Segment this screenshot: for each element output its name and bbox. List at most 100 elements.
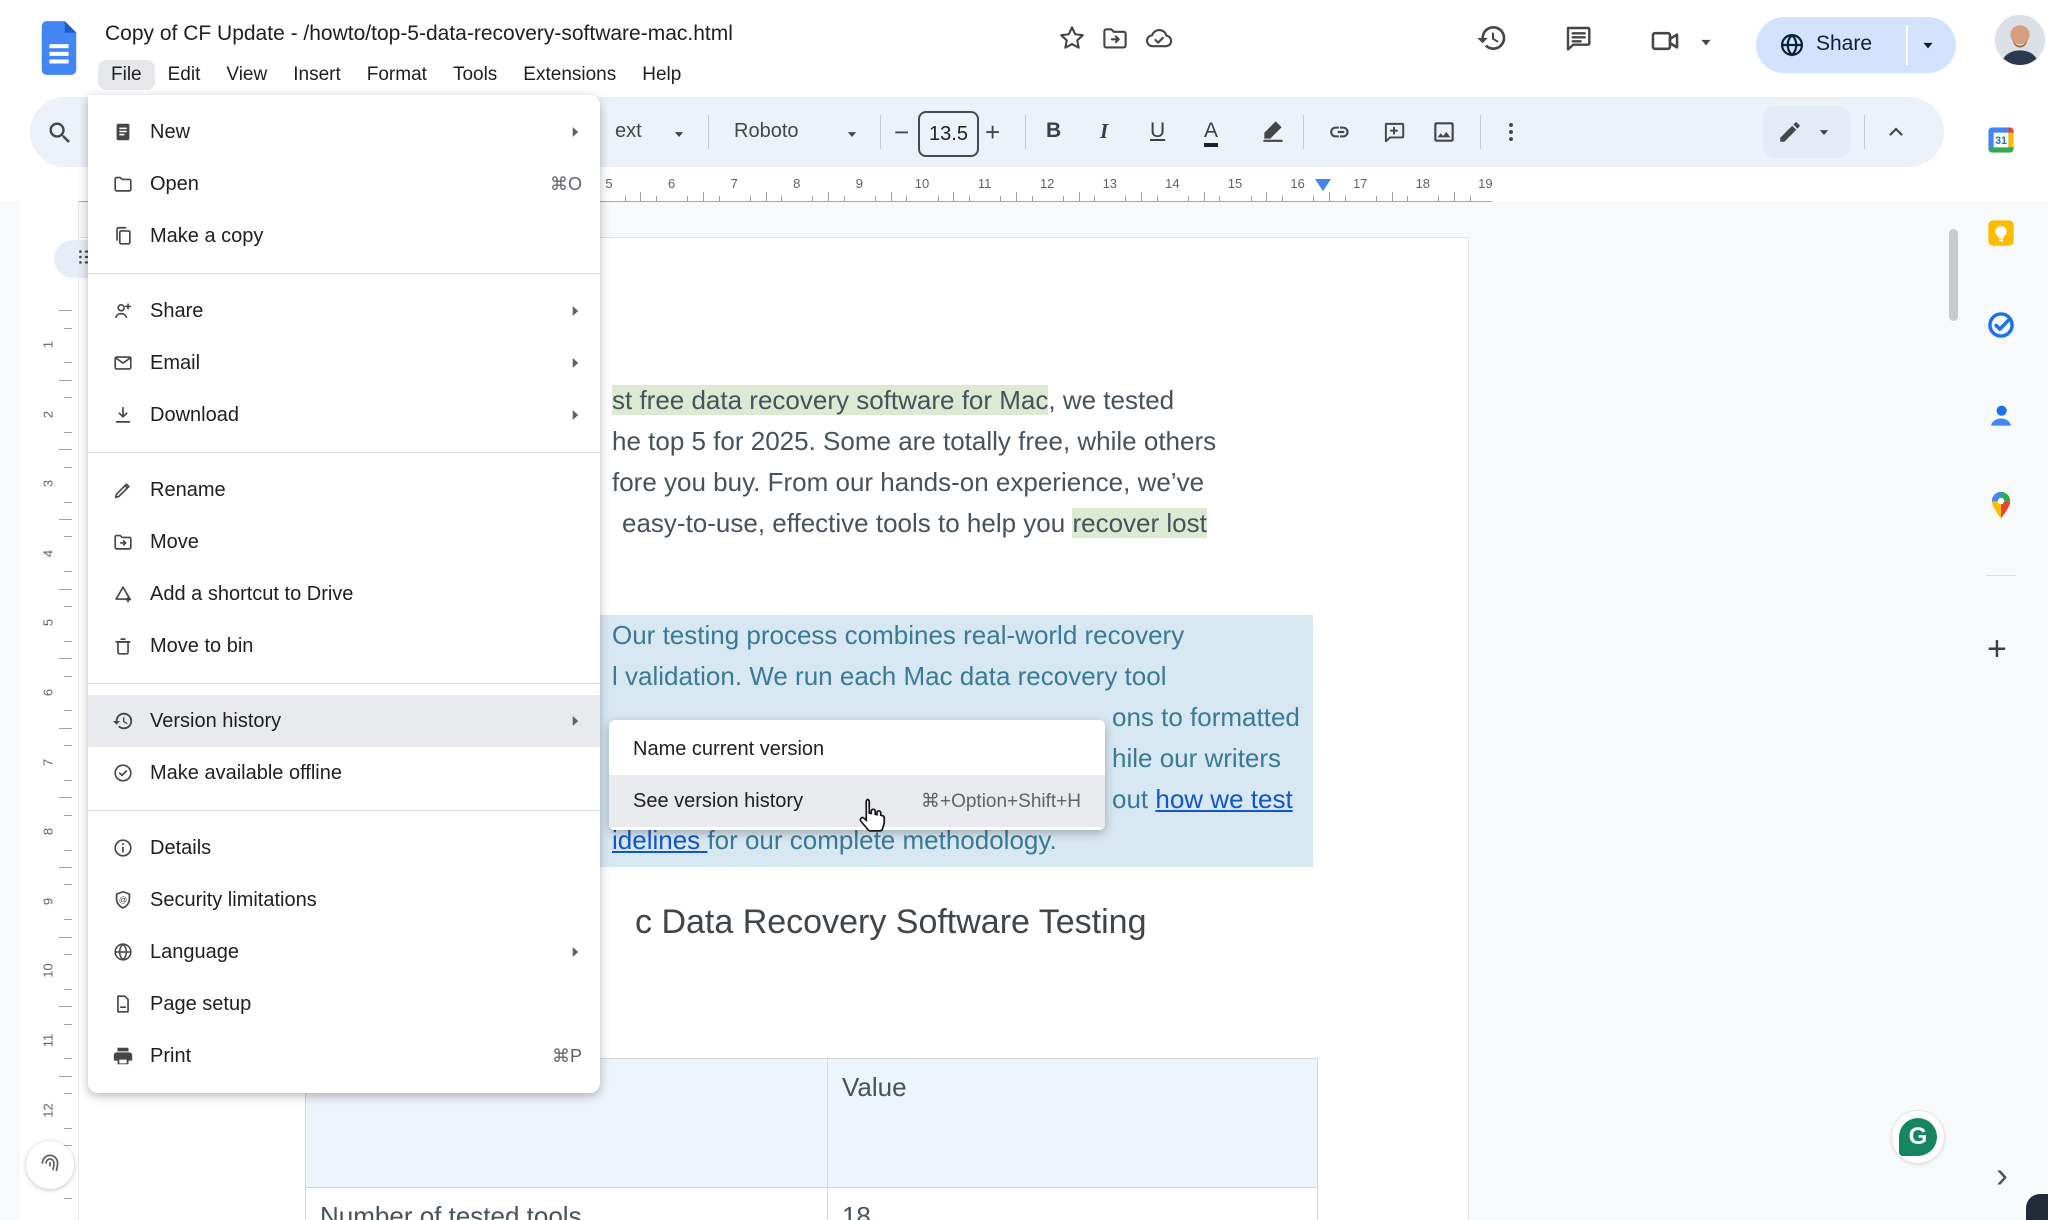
ruler-tick	[1376, 196, 1377, 201]
font-size-input[interactable]: 13.5	[918, 111, 979, 157]
menu-item-add-a-shortcut-to-drive[interactable]: Add a shortcut to Drive	[88, 568, 600, 620]
move-to-folder-icon[interactable]	[1100, 23, 1130, 53]
menu-item-make-available-offline[interactable]: Make available offline	[88, 747, 600, 799]
right-indent-marker[interactable]	[1315, 179, 1331, 191]
assistive-touch-button[interactable]	[26, 1141, 74, 1189]
menubar-item-extensions[interactable]: Extensions	[510, 60, 629, 90]
menubar-item-help[interactable]: Help	[629, 60, 694, 90]
sidebar-tasks-icon[interactable]	[1985, 309, 2017, 341]
ruler-tick	[687, 196, 688, 201]
style-caret-icon[interactable]	[670, 125, 688, 143]
table-header-cell[interactable]: Value	[828, 1059, 1317, 1187]
video-call-icon[interactable]	[1648, 24, 1682, 58]
menu-item-page-setup[interactable]: Page setup	[88, 978, 600, 1030]
ruler-tick	[64, 676, 72, 677]
ruler-tick	[59, 937, 72, 938]
vertical-ruler[interactable]: 12345678910111213	[20, 201, 79, 1220]
menu-item-share[interactable]: Share	[88, 285, 600, 337]
menubar-item-edit[interactable]: Edit	[155, 60, 214, 90]
ruler-tick	[625, 196, 626, 201]
sidebar-keep-icon[interactable]	[1985, 217, 2017, 249]
menu-item-details[interactable]: Details	[88, 822, 600, 874]
font-name-select[interactable]: Roboto	[734, 120, 799, 143]
menu-item-new[interactable]: New	[88, 106, 600, 158]
ruler-tick	[1282, 196, 1283, 201]
menu-item-print[interactable]: Print⌘P	[88, 1030, 600, 1082]
ruler-tick	[1266, 192, 1267, 201]
menubar-item-file[interactable]: File	[98, 60, 155, 90]
share-caret-icon[interactable]	[1918, 35, 1938, 55]
highlighter-icon[interactable]	[1260, 117, 1286, 143]
table-cell[interactable]: 18	[828, 1188, 1317, 1220]
video-call-caret-icon[interactable]	[1696, 32, 1716, 52]
bold-button[interactable]: B	[1046, 119, 1061, 143]
mode-caret-icon	[1815, 123, 1833, 141]
sidebar-contacts-icon[interactable]	[1985, 399, 2017, 431]
sidebar-divider	[1986, 575, 2016, 576]
menu-item-email[interactable]: Email	[88, 337, 600, 389]
menu-item-language[interactable]: Language	[88, 926, 600, 978]
editing-mode-button[interactable]	[1763, 106, 1851, 158]
version-history-icon[interactable]	[1476, 22, 1508, 54]
google-docs-logo-icon[interactable]	[36, 18, 82, 78]
underline-button[interactable]: U	[1150, 119, 1165, 143]
menu-item-open[interactable]: Open⌘O	[88, 158, 600, 210]
menu-item-security-limitations[interactable]: @Security limitations	[88, 874, 600, 926]
page-setup-icon	[112, 993, 134, 1015]
submenu-item-name-current-version[interactable]: Name current version	[609, 723, 1105, 775]
ruler-tick	[1141, 192, 1142, 201]
toolbar-divider	[1025, 115, 1026, 149]
menu-item-move-to-bin[interactable]: Move to bin	[88, 620, 600, 672]
menu-item-make-a-copy[interactable]: Make a copy	[88, 210, 600, 262]
cloud-saved-icon[interactable]	[1144, 23, 1174, 53]
titlebar: Copy of CF Update - /howto/top-5-data-re…	[0, 0, 2048, 90]
document-title[interactable]: Copy of CF Update - /howto/top-5-data-re…	[105, 22, 733, 46]
expand-chevron-icon[interactable]: ›	[1996, 1154, 2008, 1196]
menu-item-rename[interactable]: Rename	[88, 464, 600, 516]
add-comment-icon[interactable]	[1381, 119, 1407, 145]
increase-font-size-button[interactable]: +	[985, 117, 1000, 148]
ruler-number: 19	[1478, 176, 1492, 191]
star-icon[interactable]	[1057, 23, 1087, 53]
table-cell[interactable]: Number of tested tools	[306, 1188, 828, 1220]
sidebar-calendar-icon[interactable]: 31	[1985, 124, 2017, 156]
insert-link-icon[interactable]	[1328, 119, 1354, 145]
google-docs-window: 5678910111213141516171819 12345678910111…	[0, 0, 2048, 1220]
text-color-button[interactable]: A	[1204, 119, 1218, 147]
ruler-tick	[844, 196, 845, 201]
menubar-item-view[interactable]: View	[213, 60, 280, 90]
history-icon	[112, 710, 134, 732]
sidebar-maps-icon[interactable]	[1985, 489, 2017, 521]
add-addon-button[interactable]: +	[1987, 630, 2007, 669]
font-caret-icon[interactable]	[843, 125, 861, 143]
ruler-tick	[64, 571, 72, 572]
submenu-arrow-icon	[564, 404, 586, 426]
collapse-toolbar-icon[interactable]	[1884, 120, 1908, 144]
vertical-scrollbar[interactable]	[1949, 229, 1958, 321]
paragraph-style-select[interactable]: ext	[615, 120, 642, 143]
menu-item-download[interactable]: Download	[88, 389, 600, 441]
search-icon[interactable]	[46, 119, 74, 147]
menubar-item-tools[interactable]: Tools	[440, 60, 510, 90]
ruler-tick	[64, 780, 72, 781]
grammarly-button[interactable]: G	[1892, 1111, 1944, 1163]
more-options-icon[interactable]	[1498, 119, 1524, 145]
menu-item-move[interactable]: Move	[88, 516, 600, 568]
svg-text:31: 31	[1995, 135, 2007, 147]
how-we-test-link[interactable]: how we test	[1155, 784, 1292, 814]
ruler-number: 15	[1228, 176, 1242, 191]
menubar-item-insert[interactable]: Insert	[280, 60, 354, 90]
ruler-tick	[875, 196, 876, 201]
decrease-font-size-button[interactable]: −	[894, 117, 909, 148]
menubar-item-format[interactable]: Format	[354, 60, 440, 90]
user-avatar[interactable]	[1995, 15, 2045, 65]
callout-line-fragment: ons to formatted	[1112, 697, 1300, 738]
ruler-number: 7	[731, 176, 738, 191]
menu-item-version-history[interactable]: Version history	[88, 695, 600, 747]
italic-button[interactable]: I	[1100, 119, 1108, 144]
share-button[interactable]: Share	[1756, 17, 1956, 73]
ruler-tick	[1204, 192, 1205, 201]
insert-image-icon[interactable]	[1431, 119, 1457, 145]
ruler-tick	[640, 192, 641, 201]
comments-icon[interactable]	[1562, 22, 1594, 54]
